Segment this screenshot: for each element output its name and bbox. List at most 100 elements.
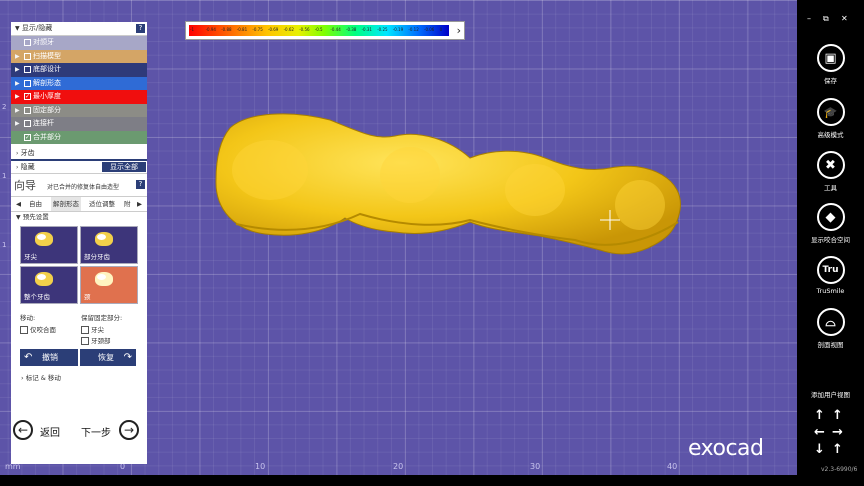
layer-checkbox[interactable] <box>24 106 31 114</box>
undo-button[interactable]: ↶ 撤销 <box>20 349 78 366</box>
occlusal-only-checkbox[interactable]: 仅咬合面 <box>20 324 56 334</box>
ruler-tick-label: 30 <box>530 462 541 471</box>
help-button[interactable]: ? <box>136 24 145 33</box>
tool-label: 剖面视图 <box>817 341 844 349</box>
back-button[interactable]: ← 返回 <box>13 420 73 442</box>
tab-free[interactable]: 自由 <box>29 197 42 211</box>
arrow-left-icon[interactable]: ← <box>814 425 825 440</box>
arrow-right-icon[interactable]: → <box>832 425 843 440</box>
layer-item[interactable]: ✓ 合并部分 <box>11 130 147 144</box>
hide-row[interactable]: › 隐藏 显示全部 <box>11 161 147 173</box>
scale-tick-label: -0.75 <box>252 27 263 32</box>
layer-checkbox[interactable]: ✓ <box>24 133 31 141</box>
markers-section-header[interactable]: › 标记 & 移动 <box>21 372 61 382</box>
next-label: 下一步 <box>81 428 111 439</box>
show-occlusal-space-button[interactable]: ◆ 显示咬合空间 <box>797 203 864 244</box>
cervical-checkbox[interactable]: 牙颈部 <box>81 335 111 345</box>
redo-button[interactable]: 恢复 ↷ <box>80 349 136 366</box>
expand-arrow-icon[interactable]: ▶ <box>15 90 20 104</box>
preset-label: 部分牙齿 <box>84 253 110 261</box>
arrow-down-icon[interactable]: ↓ <box>814 442 825 457</box>
hide-label: 隐藏 <box>20 163 35 171</box>
back-label: 返回 <box>40 428 60 439</box>
show-all-button[interactable]: 显示全部 <box>102 162 146 172</box>
teeth-label: 牙齿 <box>20 149 35 157</box>
layer-checkbox[interactable] <box>24 52 31 60</box>
cusp-option-label: 牙尖 <box>91 326 104 334</box>
trusmile-button[interactable]: Tru TruSmile <box>797 256 864 295</box>
preset-cusp[interactable]: 牙尖 <box>20 226 78 264</box>
layer-label: 扫描模型 <box>33 51 61 60</box>
tools-button[interactable]: ✖ 工具 <box>797 151 864 192</box>
expand-arrow-icon[interactable]: ▶ <box>15 50 20 64</box>
preset-neck[interactable]: 颈 <box>80 266 138 304</box>
layer-checkbox[interactable]: ✓ <box>24 93 31 100</box>
expand-arrow-icon[interactable]: ▶ <box>15 63 20 77</box>
layer-item[interactable]: ▶ 连接杆 <box>11 117 147 131</box>
show-hide-header[interactable]: ▼ 显示/隐藏 ? <box>11 22 147 36</box>
teeth-row[interactable]: › 牙齿 <box>11 147 147 161</box>
preset-whole-tooth[interactable]: 整个牙齿 <box>20 266 78 304</box>
layer-checkbox[interactable] <box>24 79 31 87</box>
arrow-left-icon: ← <box>13 420 33 440</box>
tooth-neck-icon <box>95 272 113 286</box>
section-view-button[interactable]: ⌓ 剖面视图 <box>797 308 864 349</box>
tab-next-icon[interactable]: ▶ <box>137 197 142 211</box>
tab-prev-icon[interactable]: ◀ <box>16 197 21 211</box>
expand-arrow-icon[interactable]: ▶ <box>15 77 20 91</box>
view-direction-arrows[interactable]: ↑ ↑ ← → ↓ ↑ <box>814 408 848 462</box>
expert-mode-button[interactable]: 🎓 高级模式 <box>797 98 864 139</box>
checkbox-box <box>81 337 89 345</box>
scale-tick-label: -0.19 <box>392 27 404 32</box>
layer-item[interactable]: ▶ 固定部分 <box>11 103 147 118</box>
arrow-up-icon[interactable]: ↑ <box>832 408 843 423</box>
tooth-whole-icon <box>35 272 53 286</box>
restore-button[interactable]: ⧉ <box>823 14 829 24</box>
wizard-help-button[interactable]: ? <box>136 180 145 189</box>
wizard-title: 向导 <box>14 179 36 192</box>
ruler-tick-label: 40 <box>667 462 678 471</box>
thickness-color-scale: -1 -0.94 -0.88 -0.81 -0.75 -0.69 -0.62 -0.56 -0.… <box>185 21 465 40</box>
save-button[interactable]: ▣ 保存 <box>797 44 864 85</box>
layer-item[interactable]: ▶ ✓ 最小厚度 <box>11 90 147 104</box>
tool-label: 高级模式 <box>817 131 844 139</box>
minimize-button[interactable]: – <box>807 14 811 23</box>
arrow-up-icon[interactable]: ↑ <box>814 408 825 423</box>
chevron-right-icon[interactable]: › <box>457 24 461 37</box>
save-icon: ▣ <box>816 44 845 72</box>
layer-item[interactable]: ▶ 解剖形态 <box>11 76 147 91</box>
left-panel: ▼ 显示/隐藏 ? 对颌牙 ▶ 扫描模型 ▶ 底部设计 ▶ 解剖形态 ▶ ✓ 最小厚度 ▶ 固定部分 ▶… <box>11 22 147 464</box>
presets-header[interactable]: ▼ 预先设置 <box>11 212 147 223</box>
layer-item[interactable]: ▶ 扫描模型 <box>11 49 147 64</box>
undo-label: 撤销 <box>42 353 58 362</box>
scale-tick-label: -0.5 <box>314 27 323 32</box>
chevron-right-icon: › <box>16 164 19 171</box>
layer-label: 最小厚度 <box>33 92 61 100</box>
expand-arrow-icon[interactable]: ▶ <box>15 104 20 118</box>
checkbox-box <box>81 326 89 334</box>
layer-item[interactable]: 对颌牙 <box>11 36 147 50</box>
tab-adapt[interactable]: 适位调整 <box>89 197 115 211</box>
preset-partial-tooth[interactable]: 部分牙齿 <box>80 226 138 264</box>
cervical-option-label: 牙颈部 <box>91 337 111 345</box>
undo-icon: ↶ <box>24 352 33 363</box>
cusp-checkbox[interactable]: 牙尖 <box>81 324 104 334</box>
scale-tick-label: -0.69 <box>268 27 279 32</box>
arrow-up-icon[interactable]: ↑ <box>832 442 843 457</box>
layer-checkbox[interactable] <box>24 120 31 127</box>
layer-checkbox[interactable] <box>24 39 31 46</box>
scale-tick-label: -0.94 <box>205 27 216 32</box>
tab-anatomy[interactable]: 解剖形态 <box>51 197 81 211</box>
wizard-description: 对已合并的修复体自由造型 <box>47 184 120 191</box>
expand-arrow-icon[interactable]: ▶ <box>15 117 20 131</box>
scale-tick-label: -0.56 <box>299 27 310 32</box>
scale-tick-label: -0.44 <box>330 27 341 32</box>
close-button[interactable]: ✕ <box>841 14 848 23</box>
add-user-view-button[interactable]: 添加用户视图 <box>797 389 864 399</box>
preset-label: 牙尖 <box>24 253 37 261</box>
layer-item[interactable]: ▶ 底部设计 <box>11 63 147 77</box>
tab-more[interactable]: 附 <box>124 197 131 211</box>
layer-checkbox[interactable] <box>24 66 31 73</box>
next-button[interactable]: 下一步 → <box>81 420 145 442</box>
tools-icon: ✖ <box>816 151 845 179</box>
